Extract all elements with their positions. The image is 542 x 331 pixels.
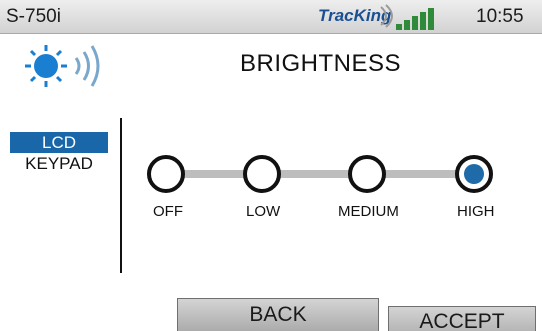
signal-bars-icon: [396, 8, 434, 30]
status-bar: S-750i TracKing 10:55: [0, 0, 542, 34]
brightness-track: [168, 170, 474, 178]
menu-item-lcd[interactable]: LCD: [10, 132, 108, 153]
device-name: S-750i: [6, 6, 61, 27]
option-high-radio[interactable]: [455, 155, 493, 193]
selected-dot: [464, 164, 484, 184]
clock: 10:55: [476, 6, 524, 27]
option-medium-label: MEDIUM: [338, 203, 399, 220]
page-title: BRIGHTNESS: [240, 50, 402, 77]
back-button[interactable]: BACK: [177, 298, 379, 331]
option-low-label: LOW: [246, 203, 281, 220]
option-off-radio[interactable]: [147, 155, 185, 193]
accept-button[interactable]: ACCEPT: [388, 306, 536, 331]
option-medium-radio[interactable]: [348, 155, 386, 193]
option-low-radio[interactable]: [243, 155, 281, 193]
brightness-target-menu: LCD KEYPAD: [10, 132, 118, 174]
option-off-label: OFF: [153, 203, 183, 220]
option-high-label: HIGH: [457, 203, 495, 220]
brightness-icon: [25, 45, 100, 87]
menu-divider: [120, 118, 122, 273]
menu-item-keypad[interactable]: KEYPAD: [10, 153, 108, 174]
